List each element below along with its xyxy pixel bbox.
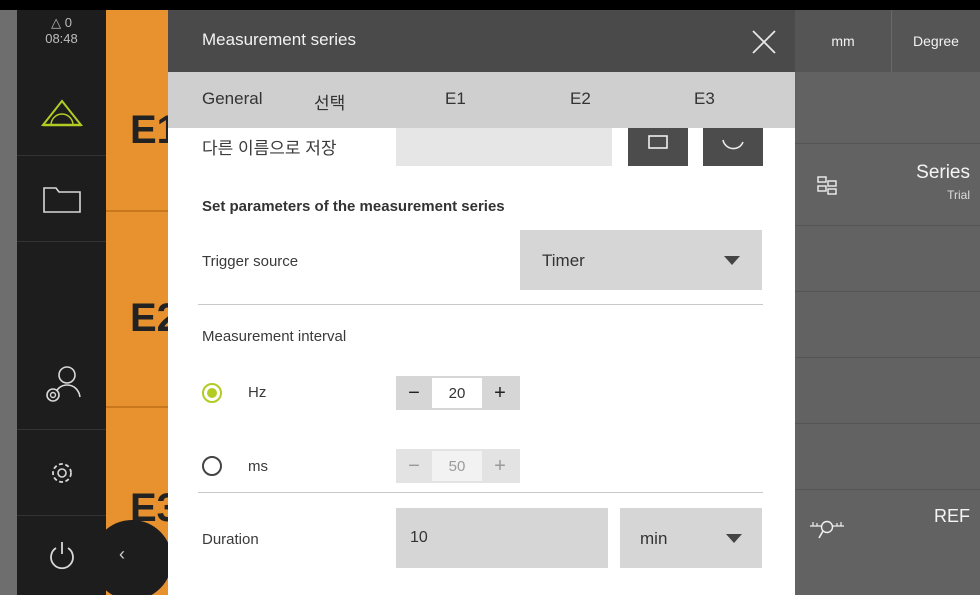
tab-selection[interactable]: 선택 — [314, 89, 345, 114]
measure-protractor-icon — [40, 98, 83, 126]
ms-label: ms — [248, 458, 268, 475]
sidebar-item-file-management[interactable] — [17, 156, 106, 242]
list-item[interactable]: E2 — [106, 212, 179, 408]
ms-increment-button[interactable]: + — [482, 449, 518, 483]
duration-label: Duration — [202, 531, 259, 548]
close-icon[interactable] — [750, 28, 778, 56]
gear-icon — [51, 462, 72, 483]
warning-triangle-icon: △ — [51, 15, 62, 30]
main-menu-sidebar: △ 0 08:48 — [17, 10, 106, 595]
hz-decrement-button[interactable]: − — [396, 376, 432, 410]
measurement-interval-label: Measurement interval — [202, 328, 347, 345]
tab-e1[interactable]: E1 — [445, 89, 466, 109]
trigger-source-dropdown[interactable]: Timer — [520, 230, 762, 290]
duration-input[interactable]: 10 — [396, 508, 608, 568]
chevron-down-icon — [724, 256, 740, 265]
duration-unit-value: min — [640, 529, 668, 548]
series-sublabel: Trial — [947, 188, 970, 202]
reference-button[interactable]: REF — [795, 490, 980, 595]
tab-e3[interactable]: E3 — [694, 89, 715, 109]
unit-angle-button[interactable]: Degree — [892, 10, 980, 72]
hz-value[interactable]: 20 — [432, 378, 482, 408]
hz-radio[interactable] — [202, 383, 222, 403]
dialog-tab-bar: General 선택 E1 E2 E3 — [168, 72, 795, 128]
undo-icon — [722, 139, 744, 150]
folder-icon — [42, 186, 81, 213]
save-as-label: 다른 이름으로 저장 — [202, 139, 337, 158]
chevron-down-icon — [726, 534, 742, 543]
app-window: △ 0 08:48 E1 E2 E3 ‹ mm Degree Series Tr… — [0, 10, 980, 595]
trigger-source-label: Trigger source — [202, 253, 299, 270]
panel-row — [795, 424, 980, 490]
warning-indicator[interactable]: △ 0 — [17, 15, 106, 31]
dialog-header: Measurement series — [168, 10, 795, 72]
trigger-source-value: Timer — [542, 251, 585, 270]
sidebar-item-measure[interactable] — [17, 70, 106, 156]
duration-value: 10 — [410, 529, 428, 546]
duration-unit-dropdown[interactable]: min — [620, 508, 762, 568]
save-button[interactable] — [628, 128, 688, 166]
reference-mark-icon — [810, 520, 844, 539]
user-settings-icon — [45, 365, 81, 402]
dialog-title: Measurement series — [202, 30, 357, 49]
panel-row — [795, 72, 980, 144]
reset-button[interactable] — [703, 128, 763, 166]
ms-decrement-button[interactable]: − — [396, 449, 432, 483]
warning-count: 0 — [64, 15, 72, 30]
series-label: Series — [916, 162, 970, 183]
unit-length-button[interactable]: mm — [795, 10, 892, 72]
ms-stepper: − 50 + — [396, 449, 520, 483]
save-icon — [648, 135, 668, 149]
section-title: Set parameters of the measurement series — [202, 198, 505, 215]
panel-row — [795, 292, 980, 358]
divider — [198, 492, 763, 493]
hz-increment-button[interactable]: + — [482, 376, 518, 410]
sidebar-item-settings[interactable] — [17, 430, 106, 516]
series-button[interactable]: Series Trial — [795, 144, 980, 226]
series-measurement-icon — [817, 176, 837, 195]
list-item[interactable]: E1 — [106, 10, 179, 212]
sidebar-item-user-login[interactable] — [17, 340, 106, 430]
unit-bar: mm Degree — [795, 10, 980, 72]
hz-label: Hz — [248, 384, 267, 401]
ms-radio[interactable] — [202, 456, 222, 476]
element-list: E1 E2 E3 — [106, 10, 179, 595]
save-as-name-input[interactable] — [396, 128, 612, 166]
ref-label: REF — [934, 506, 970, 526]
panel-row — [795, 358, 980, 424]
collapse-panel-button[interactable]: ‹ — [92, 520, 172, 595]
tab-e2[interactable]: E2 — [570, 89, 591, 109]
clock: 08:48 — [45, 31, 78, 46]
ms-value[interactable]: 50 — [432, 451, 482, 481]
divider — [198, 304, 763, 305]
panel-row — [795, 226, 980, 292]
chevron-left-icon: ‹ — [119, 544, 125, 564]
status-area: △ 0 08:48 — [17, 10, 106, 70]
measurement-series-dialog: Measurement series General 선택 E1 E2 E3 다… — [168, 10, 795, 595]
dialog-body: 다른 이름으로 저장 Set parameters of the measure… — [168, 128, 795, 595]
tab-general[interactable]: General — [202, 89, 262, 109]
power-icon — [49, 541, 74, 569]
inspector-panel: mm Degree Series Trial REF — [795, 10, 980, 595]
hz-stepper: − 20 + — [396, 376, 520, 410]
